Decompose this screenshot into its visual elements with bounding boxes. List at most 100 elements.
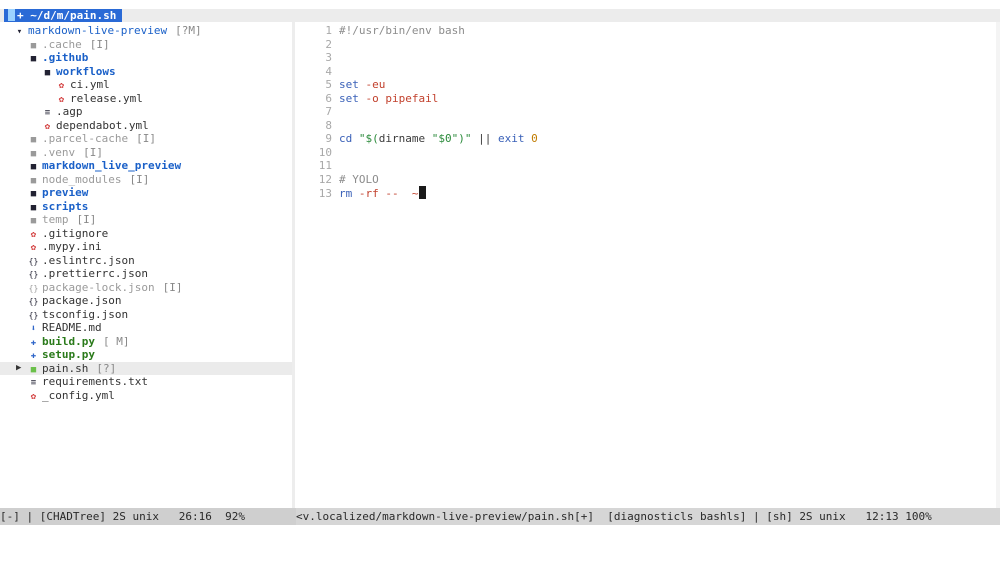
tree-item-label: .github [42,51,89,64]
tree-item-label: .mypy.ini [42,240,102,253]
tree-item-label: _config.yml [42,388,115,402]
tree-item-label: .agp [56,105,83,118]
code-token: set [339,91,359,105]
code-line[interactable]: 6 set -o pipefail [296,92,438,106]
tree-row[interactable]: ▾ markdown-live-preview [?M] [0,24,292,38]
tree-row[interactable]: {} .eslintrc.json [0,254,292,268]
tree-item-label: .prettierrc.json [42,267,148,280]
editor-scrollbar[interactable] [996,22,1000,508]
code-token: "$( [358,132,379,145]
tree-row[interactable]: ■ markdown_live_preview [0,159,292,173]
status-right-text: <v.localized/markdown-live-preview/pain.… [296,510,932,523]
tree-row[interactable]: ≡ requirements.txt [0,375,292,389]
status-left: [-] | [CHADTree] 2S unix 26:16 92% [0,508,296,525]
tree-row[interactable]: ■ .cache [I] [0,38,292,52]
tree-item-label: .parcel-cache [42,132,129,145]
code-token: || [471,132,498,145]
git-status-badge: [I] [136,132,156,145]
tree-item-label: temp [42,213,69,226]
tree-row[interactable]: ■ temp [I] [0,213,292,227]
code-line[interactable]: 5 set -eu [296,78,385,92]
tree-row[interactable]: ✿ .mypy.ini [0,240,292,254]
code-token: 0 [524,132,538,145]
line-number: 2 [325,37,332,51]
code-token: set [339,78,359,91]
status-right: <v.localized/markdown-live-preview/pain.… [296,508,932,525]
tree-row[interactable]: ✚ build.py[ M] [0,335,292,349]
code-token: -rf -- [352,187,412,200]
tree-item-label: .cache [42,37,82,51]
git-status-badge: [?M] [175,24,202,37]
code-token: cd [339,132,359,145]
tree-row[interactable]: ■ .parcel-cache [I] [0,132,292,146]
tree-item-label: markdown-live-preview [28,24,168,37]
git-status-badge: [?] [96,361,117,375]
line-number: 1 [325,24,332,37]
tree-row[interactable]: ✿ .gitignore [0,227,292,241]
line-number: 6 [325,91,332,105]
pane-divider[interactable] [292,22,295,508]
code-line[interactable]: 9 cd "$(dirname "$0")" || exit 0 [296,132,538,146]
tree-row[interactable]: ✿ release.yml [0,92,292,106]
line-number: 11 [318,159,332,172]
line-number: 7 [325,105,332,118]
tree-item-label: package.json [42,294,122,307]
line-number: 10 [318,145,332,159]
git-status-badge: [I] [76,213,97,226]
git-status-badge: [I] [89,37,110,51]
code-editor[interactable]: 1 #!/usr/bin/env bash 2 3 4 5 set -eu 6 set -o p… [296,22,996,508]
tree-row[interactable]: ■ scripts [0,200,292,214]
tree-item-label: tsconfig.json [42,307,129,321]
braces-icon: {} [28,283,39,293]
code-token: )" [458,132,472,145]
code-token: # YOLO [339,172,379,186]
tree-row[interactable]: ■ workflows [0,65,292,79]
code-line[interactable]: 7 [296,105,339,119]
code-token: -eu [358,78,386,91]
code-token: rm [339,187,353,200]
line-number: 5 [325,78,332,91]
tree-row[interactable]: ■ .github [0,51,292,65]
code-line[interactable]: 4 [296,65,339,79]
gear-icon: ✿ [30,391,37,402]
line-number: 8 [325,118,332,132]
tree-item-label: release.yml [70,91,143,105]
tree-row[interactable]: ✿ ci.yml [0,78,292,92]
tree-item-label: dependabot.yml [56,118,149,132]
tree-row[interactable]: ⬇ README.md [0,321,292,335]
tree-row[interactable]: ■ .venv [I] [0,146,292,160]
tree-row[interactable]: ✿ dependabot.yml [0,119,292,133]
tree-item-label: scripts [42,199,89,213]
tree-row[interactable]: {} .prettierrc.json [0,267,292,281]
tree-row-selected[interactable]: ▶ ■ pain.sh [?] [0,361,292,375]
tree-row[interactable]: {} package.json [0,294,292,308]
tree-item-label: preview [42,186,89,199]
tree-row[interactable]: ✿ _config.yml [0,389,292,403]
line-number: 4 [325,64,332,78]
code-line[interactable]: 11 [296,159,339,173]
cursor-block [8,9,15,21]
code-line[interactable]: 2 [296,38,339,52]
tree-item-label: ci.yml [70,78,110,91]
line-number: 12 [318,172,332,186]
code-line[interactable]: 3 [296,51,339,65]
file-tree-pane[interactable]: ▾ markdown-live-preview [?M] ■ .cache [I] ■ .gi… [0,22,292,508]
tree-row[interactable]: {} tsconfig.json [0,308,292,322]
tab-active[interactable]: + ~/d/m/pain.sh [4,9,123,22]
command-line[interactable] [0,525,1000,546]
code-line[interactable]: 10 [296,146,339,160]
tree-row[interactable]: ≡ .agp [0,105,292,119]
status-line: [-] | [CHADTree] 2S unix 26:16 92% <v.lo… [0,508,1000,525]
tree-item-label: README.md [42,321,102,334]
tree-row[interactable]: ✚ setup.py [0,348,292,362]
code-line[interactable]: 1 #!/usr/bin/env bash [296,24,464,38]
tree-row[interactable]: {} package-lock.json [I] [0,281,292,295]
tree-row[interactable]: ■ node_modules [I] [0,173,292,187]
code-line[interactable]: 12 # YOLO [296,173,379,187]
code-line[interactable]: 13 rm -rf -- ~ [296,186,427,200]
git-status-badge: [I] [129,172,150,186]
tree-row[interactable]: ■ preview [0,186,292,200]
text-cursor [419,186,427,199]
braces-icon: {} [28,310,39,320]
code-line[interactable]: 8 [296,119,339,133]
